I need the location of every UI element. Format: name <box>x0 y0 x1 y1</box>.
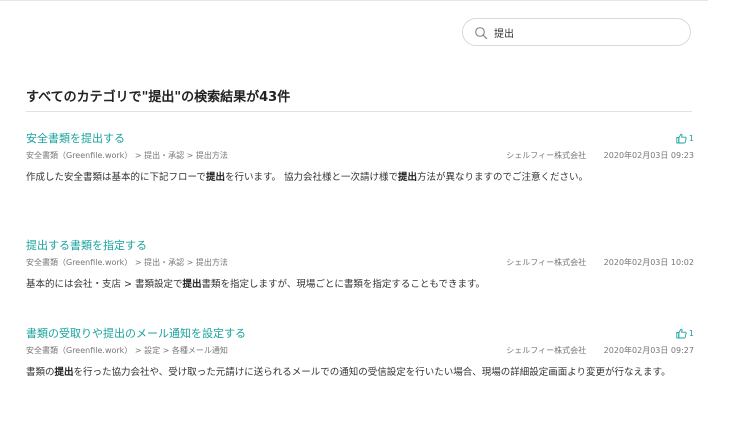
search-result: 書類の受取りや提出のメール通知を設定する 1 安全書類（Greenfile.wo… <box>26 325 694 381</box>
search-result: 提出する書類を指定する 安全書類（Greenfile.work） > 提出・承認… <box>26 237 694 293</box>
search-result: 安全書類を提出する 1 安全書類（Greenfile.work） > 提出・承認… <box>26 130 694 186</box>
like-count: 1 <box>676 328 694 339</box>
result-date: 2020年02月03日 10:02 <box>603 257 694 267</box>
excerpt-highlight: 提出 <box>398 172 418 183</box>
search-input[interactable] <box>494 26 674 38</box>
result-company: シェルフィー株式会社 <box>506 257 587 267</box>
result-date: 2020年02月03日 09:23 <box>603 150 694 160</box>
thumbs-up-icon <box>676 328 687 339</box>
result-company: シェルフィー株式会社 <box>506 345 587 355</box>
result-company: シェルフィー株式会社 <box>506 150 587 160</box>
search-icon <box>474 25 488 40</box>
result-date: 2020年02月03日 09:27 <box>603 345 694 355</box>
like-count-value: 1 <box>688 133 694 143</box>
excerpt-text: 書類を指定しますが、現場ごとに書類を指定することもできます。 <box>201 279 485 290</box>
top-divider <box>0 0 708 1</box>
result-breadcrumb: 安全書類（Greenfile.work） > 提出・承認 > 提出方法 <box>26 150 228 160</box>
result-excerpt: 作成した安全書類は基本的に下記フローで提出を行います。 協力会社様と一次請け様で… <box>26 170 691 186</box>
excerpt-text: 方法が異なりますのでご注意ください。 <box>417 172 589 183</box>
excerpt-text: を行った協力会社や、受け取った元請けに送られるメールでの通知の受信設定を行いたい… <box>73 367 671 378</box>
heading-divider <box>26 111 692 112</box>
excerpt-text: 基本的には会社・支店 > 書類設定で <box>26 279 183 290</box>
result-excerpt: 基本的には会社・支店 > 書類設定で提出書類を指定しますが、現場ごとに書類を指定… <box>26 277 691 293</box>
excerpt-highlight: 提出 <box>205 172 225 183</box>
like-count: 1 <box>676 133 694 144</box>
excerpt-text: 作成した安全書類は基本的に下記フローで <box>26 172 206 183</box>
result-breadcrumb: 安全書類（Greenfile.work） > 提出・承認 > 提出方法 <box>26 257 228 267</box>
result-breadcrumb: 安全書類（Greenfile.work） > 設定 > 各種メール通知 <box>26 345 228 355</box>
excerpt-text: を行います。 協力会社様と一次請け様で <box>224 172 399 183</box>
result-title-link[interactable]: 安全書類を提出する <box>26 130 125 146</box>
result-title-link[interactable]: 書類の受取りや提出のメール通知を設定する <box>26 325 246 341</box>
results-heading: すべてのカテゴリで"提出"の検索結果が43件 <box>26 90 291 105</box>
search-box[interactable] <box>462 18 691 46</box>
result-title-link[interactable]: 提出する書類を指定する <box>26 237 147 253</box>
excerpt-text: 書類の <box>26 367 55 378</box>
like-count-value: 1 <box>688 328 694 338</box>
excerpt-highlight: 提出 <box>182 279 202 290</box>
excerpt-highlight: 提出 <box>54 367 74 378</box>
result-excerpt: 書類の提出を行った協力会社や、受け取った元請けに送られるメールでの通知の受信設定… <box>26 365 691 381</box>
thumbs-up-icon <box>676 133 687 144</box>
